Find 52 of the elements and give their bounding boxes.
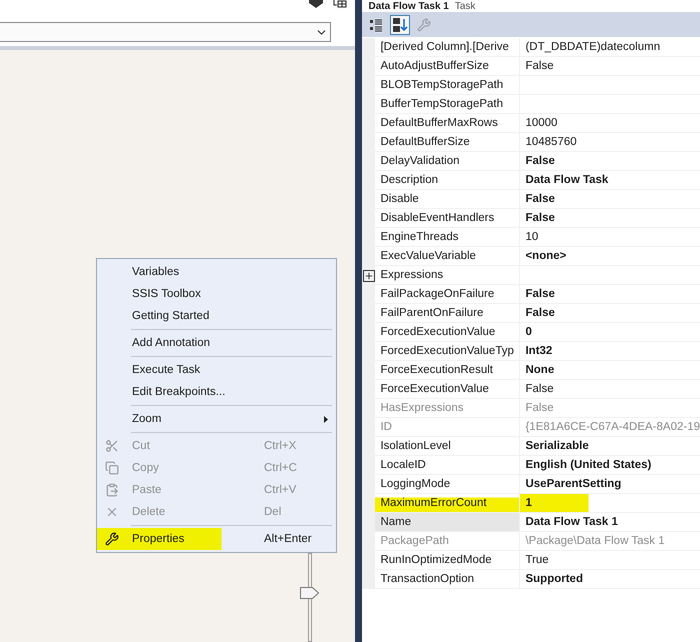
menu-item[interactable]: SSIS Toolbox [97,283,336,305]
property-name[interactable]: ForcedExecutionValueTyp [375,342,520,361]
toolbar-button[interactable] [390,14,410,34]
wrench-icon [417,18,432,32]
property-name[interactable]: ForceExecutionResult [375,361,520,380]
copy-icon [105,461,119,475]
property-name[interactable]: Description [375,171,520,190]
property-name[interactable]: Name [375,513,520,532]
property-name[interactable]: Expressions [375,266,520,285]
menu-item[interactable]: Getting Started [97,305,336,327]
property-name[interactable]: EngineThreads [375,228,520,247]
delete-icon [105,505,119,519]
menu-item[interactable]: Edit Breakpoints... [97,381,336,403]
zoom-slider[interactable] [300,553,320,642]
menu-item[interactable]: Execute Task [97,359,336,381]
property-name[interactable]: DisableEventHandlers [375,209,520,228]
scissors-icon [105,439,119,453]
property-name[interactable]: BLOBTempStoragePath [375,76,520,95]
property-name[interactable]: DelayValidation [375,152,520,171]
menu-item[interactable]: Zoom [97,408,336,430]
sort-alphabetical-icon [392,16,408,32]
panel-title: Data Flow Task 1 [368,1,449,12]
property-name[interactable]: AutoAdjustBufferSize [375,57,520,76]
property-name[interactable]: ForcedExecutionValue [375,323,520,342]
property-name[interactable]: DefaultBufferMaxRows [375,114,520,133]
wrench-icon [105,532,119,546]
property-name[interactable]: FailPackageOnFailure [375,285,520,304]
property-name[interactable]: MaximumErrorCount [375,494,520,513]
property-name[interactable]: ForceExecutionValue [375,380,520,399]
property-name[interactable]: IsolationLevel [375,437,520,456]
expand-icon[interactable] [362,270,375,282]
property-name[interactable]: BufferTempStoragePath [375,95,520,114]
cube-icon [308,0,323,8]
slider-thumb[interactable] [300,587,320,599]
paste-icon [105,483,119,497]
property-name[interactable]: DefaultBufferSize [375,133,520,152]
panel-subtitle: Task [454,1,476,12]
property-name[interactable]: RunInOptimizedMode [375,551,520,570]
submenu-arrow-icon [324,416,328,422]
property-name[interactable]: ExecValueVariable [375,247,520,266]
menu-item[interactable]: Add Annotation [97,332,336,354]
variables-icon [332,0,347,8]
categorized-icon [369,18,384,32]
property-name[interactable]: Disable [375,190,520,209]
menu-item[interactable]: Variables [97,261,336,283]
property-name[interactable]: [Derived Column].[Derive [375,38,520,57]
property-name[interactable]: TransactionOption [375,570,520,589]
dropdown-field[interactable] [0,22,331,42]
property-name[interactable]: LocaleID [375,456,520,475]
property-name[interactable]: LoggingMode [375,475,520,494]
property-name[interactable]: FailParentOnFailure [375,304,520,323]
property-value[interactable]: 1 [520,494,700,513]
